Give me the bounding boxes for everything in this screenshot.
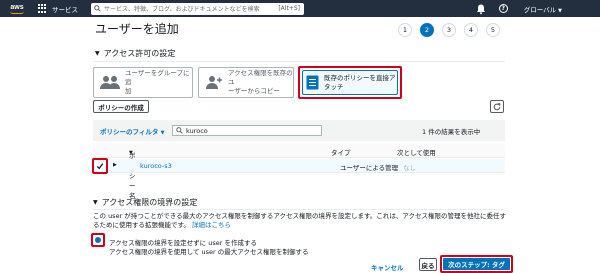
learn-more-link[interactable]: 詳細はこちら bbox=[192, 221, 231, 229]
services-menu[interactable]: サービス bbox=[52, 4, 78, 14]
policy-type: ユーザーによる管理 bbox=[340, 164, 399, 172]
next-step-button-frame: 次のステップ: タグ bbox=[440, 255, 513, 273]
option-copy-from-user-line2: ーザーからコピー bbox=[228, 87, 280, 95]
document-icon bbox=[306, 75, 319, 90]
section-divider bbox=[93, 61, 505, 62]
radio-no-boundary[interactable] bbox=[91, 233, 105, 247]
expand-row-icon[interactable]: ▶ bbox=[113, 162, 117, 168]
aws-logo[interactable]: aws bbox=[5, 0, 29, 17]
step-3[interactable]: 3 bbox=[442, 23, 456, 37]
caret-down-icon: ▼ bbox=[558, 7, 562, 14]
option-attach-line1: 既存のポリシーを直接ア bbox=[324, 73, 396, 82]
result-count: 1 件の結果を表示中 bbox=[422, 128, 481, 136]
checkmark-icon bbox=[96, 163, 104, 170]
boundary-section-title: アクセス権限の境界の設定 bbox=[101, 198, 198, 207]
search-icon bbox=[94, 5, 101, 12]
policy-search-input[interactable]: kuroco bbox=[172, 125, 322, 136]
boundary-section-header[interactable]: ▼ アクセス権限の境界の設定 bbox=[93, 197, 197, 208]
create-policy-button[interactable]: ポリシーの作成 bbox=[93, 100, 149, 113]
top-navigation-bar: aws サービス サービス、特徴、ブログ、およびドキュメントなどを検索 [Alt… bbox=[0, 0, 600, 17]
option-copy-from-user[interactable]: アクセス権限を既存のユ ーザーからコピー bbox=[198, 67, 294, 98]
radio-use-boundary-label[interactable]: アクセス権限の境界を使用して user の最大アクセス権限を制御する bbox=[109, 246, 308, 256]
help-icon[interactable]: ? bbox=[498, 4, 508, 13]
step-1[interactable]: 1 bbox=[398, 23, 412, 37]
table-row[interactable]: ▶ kuroco-s3 ユーザーによる管理 なし bbox=[93, 159, 505, 173]
column-type[interactable]: タイプ bbox=[331, 147, 351, 157]
wizard-steps: 1 2 3 4 5 bbox=[398, 23, 508, 37]
region-selector[interactable]: グローバル ▼ bbox=[524, 4, 562, 14]
option-attach-line2: タッチ bbox=[324, 82, 344, 91]
page-title: ユーザーを追加 bbox=[95, 22, 179, 36]
triangle-down-icon: ▼ bbox=[93, 199, 98, 206]
users-group-icon bbox=[100, 76, 120, 89]
policy-filter-label: ポリシーのフィルタ bbox=[100, 128, 159, 136]
back-button[interactable]: 戻る bbox=[419, 258, 437, 271]
services-grid-icon[interactable] bbox=[38, 3, 48, 14]
triangle-down-icon: ▼ bbox=[95, 50, 100, 57]
permissions-section-header[interactable]: ▼ アクセス許可の設定 bbox=[95, 48, 175, 59]
bell-icon[interactable] bbox=[475, 3, 487, 15]
next-step-button[interactable]: 次のステップ: タグ bbox=[443, 258, 510, 270]
aws-logo-text: aws bbox=[10, 3, 24, 11]
column-used-as[interactable]: 次として使用 bbox=[397, 147, 436, 157]
search-placeholder: サービス、特徴、ブログ、およびドキュメントなどを検索 bbox=[104, 6, 260, 13]
search-icon bbox=[176, 127, 183, 134]
column-policy-name-label: ポリシー名 bbox=[129, 152, 136, 200]
region-label: グローバル bbox=[523, 5, 557, 14]
caret-down-icon: ▼ bbox=[160, 130, 165, 136]
radio-selected-dot bbox=[95, 237, 101, 243]
step-4[interactable]: 4 bbox=[464, 23, 478, 37]
policy-table-header: ポリシー名 ▼ タイプ 次として使用 bbox=[93, 144, 505, 200]
option-add-to-group[interactable]: ユーザーをグループに追加 bbox=[93, 67, 193, 98]
refresh-button[interactable] bbox=[490, 100, 504, 113]
section-divider bbox=[93, 209, 505, 210]
option-add-to-group-line2: 加 bbox=[125, 87, 132, 95]
cancel-button[interactable]: キャンセル bbox=[371, 262, 404, 272]
aws-smile-icon bbox=[10, 11, 24, 14]
permissions-section-title: アクセス許可の設定 bbox=[103, 49, 176, 58]
boundary-description: この user が持つことができる最大のアクセス権限を制御するアクセス権限の境界… bbox=[93, 212, 508, 230]
step-2[interactable]: 2 bbox=[420, 23, 434, 37]
policy-filter-dropdown[interactable]: ポリシーのフィルタ ▼ bbox=[100, 126, 165, 136]
policy-search-value: kuroco bbox=[186, 126, 208, 135]
policy-used-as: なし bbox=[403, 164, 416, 172]
policy-name-link[interactable]: kuroco-s3 bbox=[140, 162, 172, 170]
option-add-to-group-line1: ユーザーをグループに追 bbox=[125, 69, 190, 86]
search-shortcut: [Alt+S] bbox=[278, 5, 300, 12]
option-copy-from-user-line1: アクセス権限を既存のユ bbox=[228, 69, 293, 86]
sort-down-icon: ▼ bbox=[129, 150, 133, 156]
policy-checkbox[interactable] bbox=[92, 158, 108, 174]
option-attach-existing-policy[interactable]: 既存のポリシーを直接ア タッチ bbox=[298, 66, 402, 99]
boundary-description-text: この user が持つことができる最大のアクセス権限を制御するアクセス権限の境界… bbox=[93, 212, 507, 229]
user-copy-icon bbox=[206, 76, 222, 89]
refresh-icon bbox=[493, 102, 501, 110]
step-5[interactable]: 5 bbox=[486, 23, 500, 37]
search-input[interactable]: サービス、特徴、ブログ、およびドキュメントなどを検索 [Alt+S] bbox=[91, 2, 304, 15]
